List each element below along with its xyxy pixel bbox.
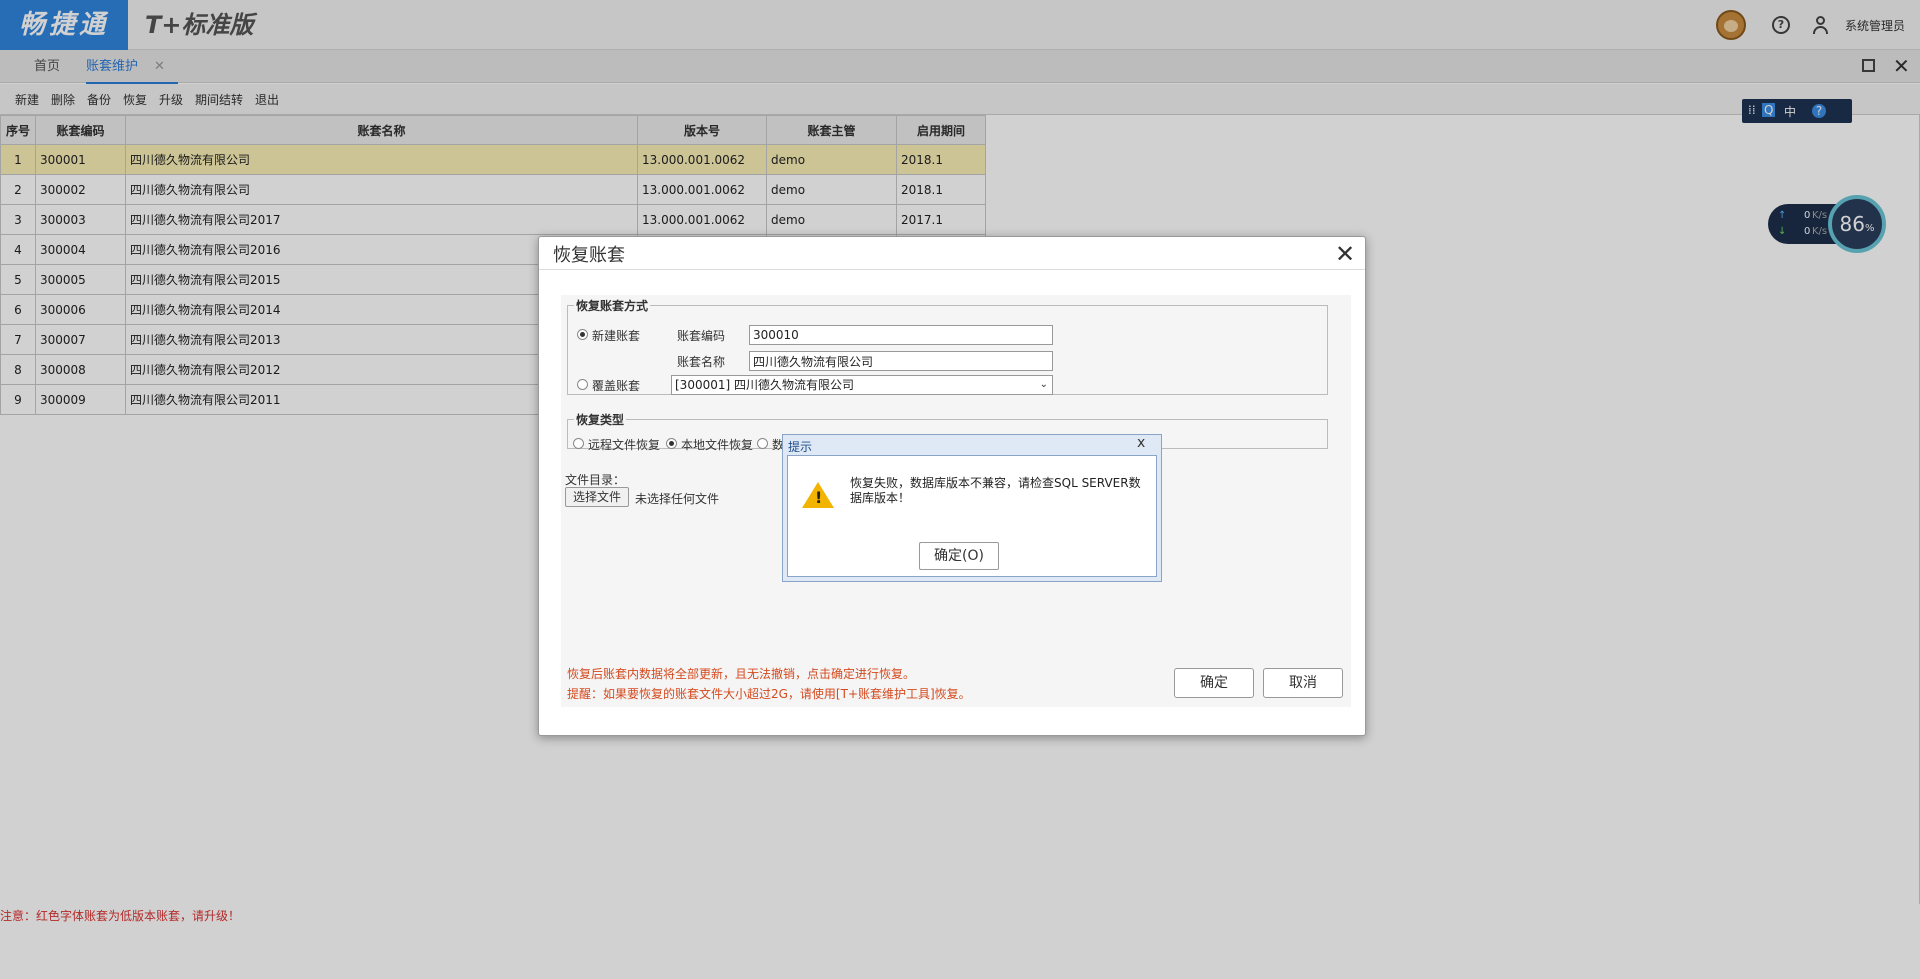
size-reminder: 提醒：如果要恢复的账套文件大小超过2G，请使用[T+账套维护工具]恢复。 [567,687,971,701]
error-alert: 提示 x ! 恢复失败，数据库版本不兼容，请检查SQL SERVER数据库版本！… [782,434,1162,582]
overwrite-account-select[interactable]: [300001] 四川德久物流有限公司 ⌄ [671,375,1053,395]
cancel-button[interactable]: 取消 [1263,668,1343,698]
overwrite-account-value: [300001] 四川德久物流有限公司 [675,378,854,392]
choose-file-button[interactable]: 选择文件 [565,487,629,507]
local-restore-radio[interactable] [666,438,677,449]
account-code-field[interactable] [749,325,1053,345]
local-restore-label[interactable]: 本地文件恢复 [681,436,753,453]
other-restore-radio[interactable] [757,438,768,449]
restore-method-legend: 恢复账套方式 [576,299,649,313]
divider [539,269,1365,270]
new-account-radio[interactable] [577,329,588,340]
alert-body: ! 恢复失败，数据库版本不兼容，请检查SQL SERVER数据库版本！ 确定(O… [787,455,1157,577]
close-icon[interactable]: ✕ [1335,239,1355,269]
alert-ok-button[interactable]: 确定(O) [919,542,999,570]
restore-type-legend: 恢复类型 [576,413,625,427]
confirm-button[interactable]: 确定 [1174,668,1254,698]
file-directory-label: 文件目录： [565,473,626,487]
alert-title: 提示 [788,440,813,454]
alert-message: 恢复失败，数据库版本不兼容，请检查SQL SERVER数据库版本！ [850,476,1141,505]
code-label: 账套编码 [677,329,726,343]
overwrite-account-radio[interactable] [577,379,588,390]
remote-restore-label[interactable]: 远程文件恢复 [588,436,660,453]
remote-restore-radio[interactable] [573,438,584,449]
dialog-title: 恢复账套 [553,245,625,266]
overwrite-account-label[interactable]: 覆盖账套 [592,377,640,394]
name-label: 账套名称 [677,355,726,369]
close-icon[interactable]: x [1137,435,1145,451]
restore-warning: 恢复后账套内数据将全部更新，且无法撤销，点击确定进行恢复。 [567,667,916,681]
warning-icon: ! [802,482,834,508]
no-file-text: 未选择任何文件 [635,492,720,506]
account-name-field[interactable] [749,351,1053,371]
new-account-label[interactable]: 新建账套 [592,327,640,344]
chevron-down-icon: ⌄ [1039,379,1048,390]
